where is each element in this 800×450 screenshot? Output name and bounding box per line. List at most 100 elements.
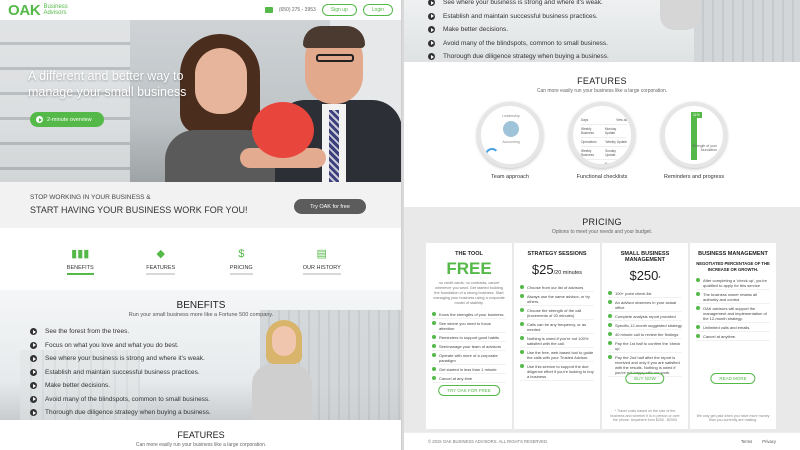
arrow-circle-icon (428, 53, 435, 61)
play-icon (36, 116, 43, 123)
arrow-circle-icon (428, 0, 435, 7)
check-icon (520, 336, 524, 340)
card-feature-text: Use this service to support the due dili… (527, 363, 594, 379)
nav-features[interactable]: ◆ FEATURES (131, 228, 191, 290)
card-price: $250* (608, 267, 682, 285)
try-oak-free-button[interactable]: TRY OAK FOR FREE (438, 385, 500, 396)
arrow-circle-icon (30, 395, 37, 403)
arrow-circle-icon (30, 341, 37, 349)
hero-headline: A different and better way to manage you… (28, 69, 187, 99)
card-feature: Use this service to support the due dili… (520, 362, 594, 381)
nav-our-history[interactable]: ▤ OUR HISTORY (292, 228, 352, 290)
arrow-circle-icon (30, 382, 37, 390)
card-feature-text: Reminders to support good habits (439, 334, 500, 340)
benefits-continued-building (694, 0, 800, 62)
card-feature-text: Choose the strength of the call (increme… (527, 307, 582, 318)
check-icon (608, 291, 612, 295)
terms-link[interactable]: Terms (741, 439, 752, 444)
card-feature-text: Get started in less than 1 minute (439, 366, 497, 372)
pricing-card-small-business-management: SMALL BUSINESS MANAGEMENT $250* 100+ poi… (602, 243, 688, 429)
check-icon (520, 364, 524, 368)
check-icon (432, 344, 436, 348)
hero-section: A different and better way to manage you… (0, 20, 401, 182)
cta-line-1: STOP WORKING IN YOUR BUSINESS & (30, 194, 151, 201)
benefit-item-text: Make better decisions. (45, 382, 111, 390)
cta-banner: STOP WORKING IN YOUR BUSINESS & START HA… (0, 182, 401, 228)
card-feature-text: Always use the same advisor, or try othe… (527, 293, 590, 304)
card-feature: See where you need to focus attention (432, 319, 506, 333)
card-feature: Cancel at anytime. (696, 332, 770, 341)
privacy-link[interactable]: Privacy (762, 439, 776, 444)
pricing-title: PRICING (582, 217, 622, 227)
mock-checklist-cell: Weekly Business (581, 149, 594, 157)
dollar-icon: $ (238, 248, 245, 260)
nav-benefits-label: BENEFITS (66, 265, 94, 275)
cta-line-2: START HAVING YOUR BUSINESS WORK FOR YOU! (30, 205, 248, 215)
check-icon (432, 321, 436, 325)
features-preview-subtitle: Can more easily run your business like a… (135, 442, 267, 448)
benefit-item: Thorough due diligence strategy when buy… (30, 406, 211, 420)
card-footnote: * Travel costs based on the size of the … (610, 409, 680, 423)
check-icon (432, 367, 436, 371)
card-price-unit: /20 minutes (553, 270, 583, 276)
check-icon (432, 376, 436, 380)
progress-bar (691, 112, 697, 160)
benefit-item: See the forest from the trees. (30, 325, 211, 339)
features-preview-title: FEATURES (177, 430, 225, 440)
benefit-item-text: Establish and maintain successful busine… (443, 12, 598, 20)
check-icon (520, 285, 524, 289)
buy-now-button[interactable]: BUY NOW (625, 373, 665, 384)
card-feature-text: The business owner retains all authority… (703, 291, 758, 302)
progress-ring-icon (485, 148, 499, 162)
piggy-bank-image (252, 102, 314, 158)
feature-checklists: Days View all Weekly Business Monday Updat… (557, 102, 647, 180)
read-more-button[interactable]: READ MORE (710, 373, 756, 384)
card-feature-list: 100+ point check list An advisor observe… (608, 289, 682, 377)
card-title: STRATEGY SESSIONS (527, 251, 587, 257)
card-feature-list: Choose from our list of advisors Always … (520, 283, 594, 381)
check-icon (520, 322, 524, 326)
features-section: FEATURES Can more easily run your busine… (404, 62, 800, 207)
card-feature-text: Pay the 2nd half after the report is rec… (615, 354, 680, 375)
mock-team-bottom: Accounting (502, 140, 520, 144)
document-icon: ▤ (316, 248, 327, 260)
pricing-card-strategy-sessions: STRATEGY SESSIONS $25/20 minutes Choose … (514, 243, 600, 429)
card-title: BUSINESS MANAGEMENT (698, 251, 768, 257)
hero-man-glasses (316, 54, 354, 62)
feature-label: Functional checklists (576, 174, 628, 180)
try-free-button[interactable]: Try OAK for free (294, 199, 366, 214)
card-feature: 40 minute call to review the findings (608, 330, 682, 339)
benefit-item-text: Establish and maintain successful busine… (45, 368, 200, 376)
phone-number[interactable]: (650) 275 - 3953 (279, 7, 316, 13)
feature-team-approach-image: Leadership Accounting (477, 102, 543, 168)
card-feature: See/manage your team of advisors (432, 342, 506, 351)
card-feature-text: Choose from our list of advisors (527, 284, 584, 290)
card-feature: OAK advisors will support the management… (696, 304, 770, 323)
card-feature: Operate with more of a corporate paradig… (432, 351, 506, 365)
benefits-continued-woman (660, 0, 700, 30)
card-feature: Complete analysis report provided (608, 312, 682, 321)
benefit-item: Avoid many of the blindspots, common to … (404, 37, 609, 51)
mock-checklist-header: Days (581, 118, 589, 122)
pricing-card-business-management: BUSINESS MANAGEMENT NEGOTIATED PERCENTAG… (690, 243, 776, 429)
check-icon (432, 353, 436, 357)
mock-checklist-cell: Weekly Update (605, 140, 627, 144)
benefit-item: Make better decisions. (30, 379, 211, 393)
signup-button[interactable]: Sign up (321, 4, 357, 16)
login-button[interactable]: Login (362, 4, 393, 16)
mock-checklist-view-all: View all (616, 118, 627, 122)
arrow-circle-icon (30, 368, 37, 376)
benefit-item-text: Focus on what you love and what you do b… (45, 341, 179, 349)
video-overview-button[interactable]: 2-minute overview (30, 112, 104, 127)
logo[interactable]: OAK Business Advisors (8, 2, 68, 19)
check-icon (432, 335, 436, 339)
phone-icon (264, 7, 273, 13)
nav-pricing[interactable]: $ PRICING (211, 228, 271, 290)
nav-benefits[interactable]: ▮▮▮ BENEFITS (50, 228, 110, 290)
benefit-item-text: See the forest from the trees. (45, 328, 130, 336)
video-overview-label: 2-minute overview (47, 116, 92, 123)
benefit-item: Establish and maintain successful busine… (404, 10, 609, 24)
pricing-card-the-tool: THE TOOL FREE no credit cards, no contra… (426, 243, 512, 429)
arrow-circle-icon (30, 409, 37, 417)
benefit-item: Focus on what you love and what you do b… (30, 339, 211, 353)
